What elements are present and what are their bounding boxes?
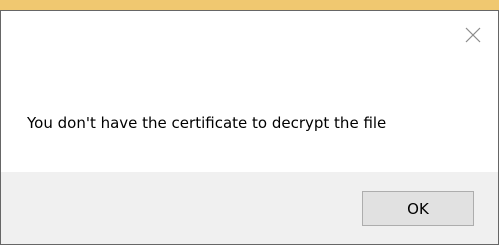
close-icon <box>465 27 481 43</box>
dialog-footer: OK <box>1 172 498 244</box>
ok-button[interactable]: OK <box>362 191 474 226</box>
background-window-edge <box>0 0 499 10</box>
close-button[interactable] <box>456 19 490 51</box>
message-dialog: You don't have the certificate to decryp… <box>0 10 499 245</box>
dialog-message: You don't have the certificate to decryp… <box>27 114 387 132</box>
